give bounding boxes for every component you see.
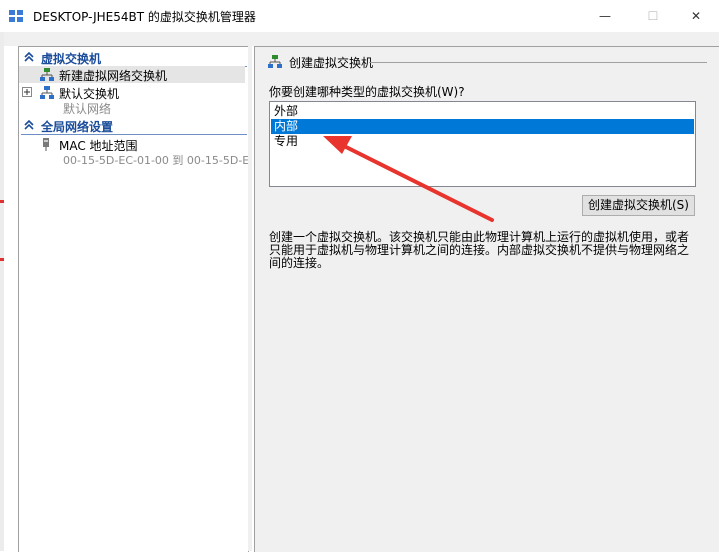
network-adapter-icon xyxy=(43,138,49,151)
network-switch-icon xyxy=(268,55,282,68)
switch-type-listbox[interactable]: 外部 内部 专用 xyxy=(269,101,696,187)
switch-type-description: 创建一个虚拟交换机。该交换机只能由此物理计算机上运行的虚拟机使用，或者只能用于虚… xyxy=(269,230,690,270)
create-switch-button[interactable]: 创建虚拟交换机(S) xyxy=(582,195,695,216)
list-item-internal[interactable]: 内部 xyxy=(271,119,694,134)
chevron-up-icon xyxy=(24,119,34,130)
network-switch-icon xyxy=(40,86,54,99)
tree-subitem-label: 00-15-5D-EC-01-00 到 00-15-5D-E... xyxy=(63,154,260,167)
maximize-button[interactable]: ☐ xyxy=(630,0,676,32)
close-icon: ✕ xyxy=(690,9,702,23)
chevron-up-icon xyxy=(24,51,34,62)
network-switch-icon xyxy=(40,68,54,81)
details-pane: 创建虚拟交换机 你要创建哪种类型的虚拟交换机(W)? 外部 内部 专用 创建虚拟… xyxy=(254,46,719,552)
edge-mark xyxy=(0,258,4,261)
title-bar: DESKTOP-JHE54BT 的虚拟交换机管理器 — ☐ ✕ xyxy=(0,0,719,32)
left-edge xyxy=(0,32,4,551)
minimize-button[interactable]: — xyxy=(582,0,628,32)
section-global-settings[interactable]: 全局网络设置 xyxy=(21,118,247,134)
panel-header: 创建虚拟交换机 xyxy=(267,53,707,71)
list-item-external[interactable]: 外部 xyxy=(271,104,694,119)
tree-subitem-label: 默认网络 xyxy=(63,102,112,116)
navigation-pane: 虚拟交换机 新建虚拟网络交换机 默认交换机 默认网络 全局网络设置 MAC 地址… xyxy=(18,46,260,552)
tree-item-label: 新建虚拟网络交换机 xyxy=(59,69,168,83)
pane-splitter[interactable] xyxy=(248,32,252,551)
list-item-private[interactable]: 专用 xyxy=(271,134,694,149)
tree-item-new-switch[interactable]: 新建虚拟网络交换机 xyxy=(19,66,245,83)
panel-header-rule xyxy=(369,62,707,63)
window-title: DESKTOP-JHE54BT 的虚拟交换机管理器 xyxy=(33,10,256,24)
section-virtual-switches[interactable]: 虚拟交换机 xyxy=(21,50,247,66)
expand-plus-icon[interactable] xyxy=(22,87,32,97)
tree-subitem-mac-value[interactable]: 00-15-5D-EC-01-00 到 00-15-5D-E... xyxy=(19,151,260,168)
section-label: 虚拟交换机 xyxy=(41,52,102,66)
section-divider xyxy=(21,134,247,135)
minimize-icon: — xyxy=(599,9,611,23)
maximize-icon: ☐ xyxy=(647,9,659,23)
tree-subitem-default-network[interactable]: 默认网络 xyxy=(19,99,245,116)
panel-title: 创建虚拟交换机 xyxy=(289,56,374,70)
section-label: 全局网络设置 xyxy=(41,120,114,134)
top-gap xyxy=(4,32,719,46)
edge-mark xyxy=(0,200,4,203)
close-button[interactable]: ✕ xyxy=(673,0,719,32)
switch-type-question: 你要创建哪种类型的虚拟交换机(W)? xyxy=(269,85,465,99)
app-icon xyxy=(9,10,23,22)
